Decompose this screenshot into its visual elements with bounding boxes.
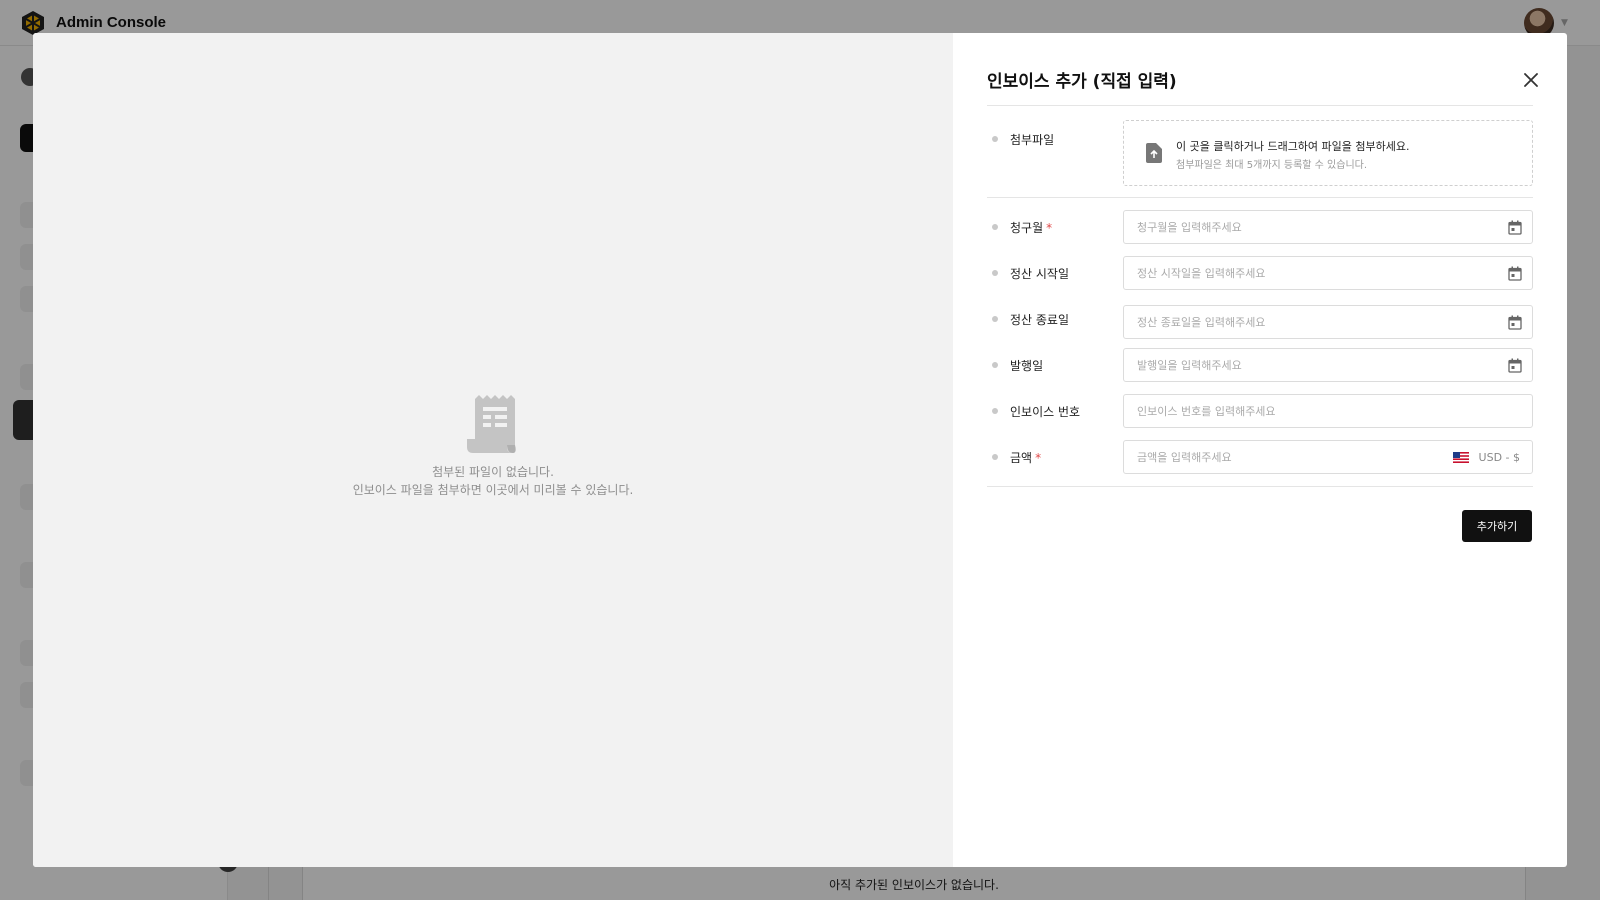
bullet xyxy=(992,224,998,230)
billing-month-label-text: 청구월 xyxy=(1010,221,1044,235)
receipt-icon xyxy=(467,395,516,453)
amount-label-text: 금액 xyxy=(1010,451,1033,465)
file-dropzone[interactable]: 이 곳을 클릭하거나 드래그하여 파일을 첨부하세요. 첨부파일은 최대 5개까… xyxy=(1123,120,1533,186)
divider xyxy=(987,197,1533,198)
calendar-icon[interactable] xyxy=(1508,266,1522,281)
divider xyxy=(987,105,1533,106)
bullet xyxy=(992,408,998,414)
amount-label: 금액 * xyxy=(1010,449,1041,466)
issue-date-label: 발행일 xyxy=(1010,359,1044,373)
settlement-end-label: 정산 종료일 xyxy=(1010,313,1070,327)
calendar-icon[interactable] xyxy=(1508,220,1522,235)
add-invoice-modal: 첨부된 파일이 없습니다. 인보이스 파일을 첨부하면 이곳에서 미리볼 수 있… xyxy=(33,33,1567,867)
bullet xyxy=(992,136,998,142)
currency-selector[interactable]: USD - $ xyxy=(1452,451,1520,464)
divider xyxy=(987,486,1533,487)
bullet xyxy=(992,454,998,460)
billing-month-field[interactable] xyxy=(1123,210,1533,244)
us-flag-icon xyxy=(1452,452,1469,463)
dropzone-text: 이 곳을 클릭하거나 드래그하여 파일을 첨부하세요. xyxy=(1176,140,1410,153)
file-upload-icon xyxy=(1146,143,1162,163)
preview-empty-description: 인보이스 파일을 첨부하면 이곳에서 미리볼 수 있습니다. xyxy=(352,483,634,497)
amount-field[interactable]: USD - $ xyxy=(1123,440,1533,474)
bullet xyxy=(992,270,998,276)
preview-empty-title: 첨부된 파일이 없습니다. xyxy=(432,465,554,479)
required-mark: * xyxy=(1046,221,1053,235)
settlement-start-input[interactable] xyxy=(1124,257,1532,289)
billing-month-label: 청구월 * xyxy=(1010,219,1052,236)
calendar-icon[interactable] xyxy=(1508,358,1522,373)
calendar-icon[interactable] xyxy=(1508,315,1522,330)
bullet xyxy=(992,362,998,368)
issue-date-field[interactable] xyxy=(1123,348,1533,382)
invoice-number-input[interactable] xyxy=(1124,395,1532,427)
currency-label: USD - $ xyxy=(1478,451,1520,464)
attachment-label: 첨부파일 xyxy=(1010,133,1055,147)
invoice-number-field[interactable] xyxy=(1123,394,1533,428)
invoice-number-label: 인보이스 번호 xyxy=(1010,405,1081,419)
settlement-end-field[interactable] xyxy=(1123,305,1533,339)
settlement-start-field[interactable] xyxy=(1123,256,1533,290)
bullet xyxy=(992,316,998,322)
add-invoice-button[interactable]: 추가하기 xyxy=(1462,510,1532,542)
issue-date-input[interactable] xyxy=(1124,349,1532,381)
required-mark: * xyxy=(1035,451,1042,465)
file-preview-panel: 첨부된 파일이 없습니다. 인보이스 파일을 첨부하면 이곳에서 미리볼 수 있… xyxy=(33,33,953,867)
close-icon[interactable] xyxy=(1520,69,1542,91)
modal-title: 인보이스 추가 (직접 입력) xyxy=(987,72,1177,92)
settlement-start-label: 정산 시작일 xyxy=(1010,267,1070,281)
billing-month-input[interactable] xyxy=(1124,211,1532,243)
invoice-form: 인보이스 추가 (직접 입력) 첨부파일 이 곳을 클릭하거나 드래그하여 파일… xyxy=(953,33,1567,867)
settlement-end-input[interactable] xyxy=(1124,306,1532,338)
dropzone-hint: 첨부파일은 최대 5개까지 등록할 수 있습니다. xyxy=(1176,160,1368,171)
